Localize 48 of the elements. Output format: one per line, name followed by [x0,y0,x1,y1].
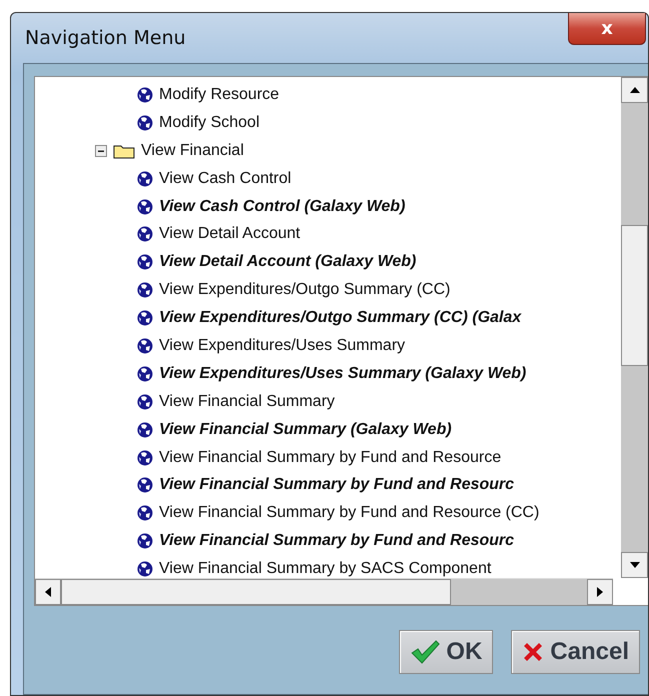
left-arrow-icon[interactable] [45,587,51,597]
globe-icon [137,310,153,326]
tree-item[interactable]: View Expenditures/Uses Summary [159,336,406,355]
tree-item[interactable]: View Financial Summary [159,392,335,411]
globe-icon [137,366,153,382]
globe-icon [137,86,153,103]
globe-icon [137,254,153,270]
globe-icon [137,226,153,242]
tree-item[interactable]: View Financial Summary (Galaxy Web) [159,420,452,439]
tree-item[interactable]: View Cash Control (Galaxy Web) [159,198,406,216]
cancel-button[interactable]: Cancel [511,630,640,674]
vertical-scrollbar[interactable] [621,77,648,578]
tree-folder[interactable]: View Financial [141,142,244,160]
tree-item[interactable]: View Detail Account [159,225,300,244]
tree-item[interactable]: View Financial Summary by Fund and Resource (CC) [159,504,540,522]
globe-icon [137,394,153,410]
tree-item[interactable]: View Cash Control [159,170,292,188]
globe-icon [137,198,153,214]
window-title: Navigation Menu [25,27,186,49]
horizontal-scrollbar[interactable] [35,578,613,605]
tree-item[interactable]: View Expenditures/Uses Summary (Galaxy Web) [159,364,526,383]
globe-icon [137,170,153,187]
tree-item[interactable]: View Expenditures/Outgo Summary (CC) (Galax [159,309,522,328]
right-arrow-icon[interactable] [597,587,603,597]
up-arrow-icon[interactable] [630,87,640,93]
ok-button[interactable]: OK [399,630,494,674]
globe-icon [137,450,153,466]
tree-item[interactable]: Modify School [159,114,260,132]
tree-item[interactable]: View Expenditures/Outgo Summary (CC) [159,281,450,300]
tree-item[interactable]: View Financial Summary by SACS Component [159,560,492,578]
collapse-icon[interactable] [95,144,107,157]
tree-item[interactable]: View Detail Account (Galaxy Web) [159,253,416,272]
globe-icon [137,338,153,354]
globe-icon [137,114,153,131]
check-icon [410,639,440,665]
tree-item[interactable]: View Financial Summary by Fund and Resourc [159,532,514,550]
globe-icon [137,477,153,494]
tree-item[interactable]: View Financial Summary by Fund and Resource [159,448,502,467]
down-arrow-icon[interactable] [630,562,640,568]
globe-icon [137,422,153,438]
globe-icon [137,282,153,298]
tree-item[interactable]: View Financial Summary by Fund and Resourc [159,476,514,494]
close-button[interactable]: x [568,13,646,45]
globe-icon [137,505,153,522]
globe-icon [137,533,153,550]
tree-item[interactable]: Modify Resource [159,86,280,104]
folder-icon [113,142,135,159]
cross-icon [522,641,544,663]
